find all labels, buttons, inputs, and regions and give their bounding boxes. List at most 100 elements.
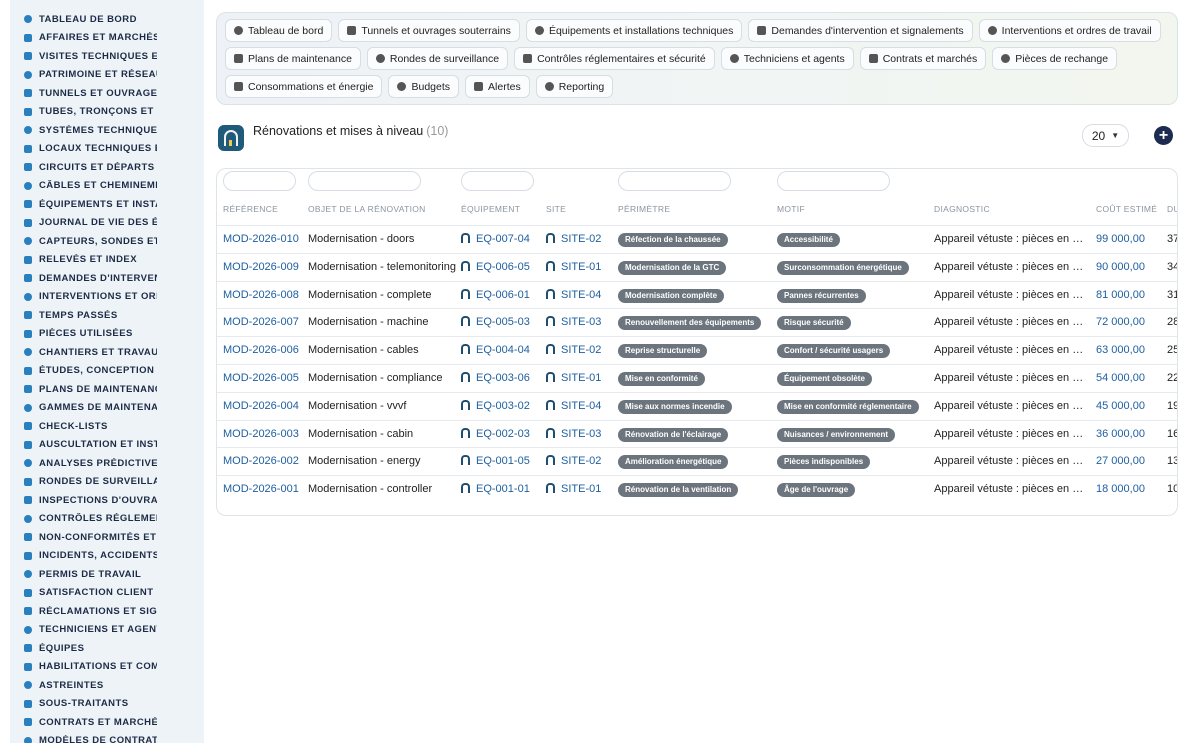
sidebar-item[interactable]: CONTRÔLES RÉGLEMENT	[10, 510, 204, 529]
sidebar-item[interactable]: RONDES DE SURVEILLAN	[10, 473, 204, 492]
table-row[interactable]: MOD-2026-001 Modernisation - controller EQ…	[217, 475, 1177, 504]
col-reference-header[interactable]: RÉFÉRENCE	[223, 204, 278, 214]
equipement-link[interactable]: EQ-001-05	[461, 448, 541, 476]
col-equipement-header[interactable]: ÉQUIPEMENT	[461, 204, 520, 214]
equipement-link[interactable]: EQ-001-01	[461, 476, 541, 504]
equipement-link[interactable]: EQ-002-03	[461, 421, 541, 449]
table-row[interactable]: MOD-2026-010 Modernisation - doors EQ-007-…	[217, 225, 1177, 254]
table-row[interactable]: MOD-2026-005 Modernisation - compliance EQ…	[217, 364, 1177, 393]
filter-motif-input[interactable]	[777, 171, 890, 191]
nav-button[interactable]: Tunnels et ouvrages souterrains	[338, 19, 520, 42]
sidebar-item[interactable]: HABILITATIONS ET COMP	[10, 658, 204, 677]
reference-link[interactable]: MOD-2026-009	[223, 254, 303, 282]
sidebar-item[interactable]: MODÈLES DE CONTRATS	[10, 732, 204, 743]
nav-button[interactable]: Demandes d'intervention et signalements	[748, 19, 973, 42]
site-link[interactable]: SITE-04	[546, 282, 616, 310]
equipement-link[interactable]: EQ-006-01	[461, 282, 541, 310]
table-row[interactable]: MOD-2026-008 Modernisation - complete EQ-0…	[217, 280, 1177, 310]
sidebar-item[interactable]: ÉQUIPES	[10, 639, 204, 658]
reference-link[interactable]: MOD-2026-005	[223, 365, 303, 393]
reference-link[interactable]: MOD-2026-004	[223, 393, 303, 421]
nav-button[interactable]: Budgets	[388, 75, 460, 98]
sidebar-item[interactable]: AFFAIRES ET MARCHÉS	[10, 29, 204, 48]
reference-link[interactable]: MOD-2026-010	[223, 226, 303, 254]
nav-button[interactable]: Reporting	[535, 75, 614, 98]
site-link[interactable]: SITE-01	[546, 476, 616, 504]
site-link[interactable]: SITE-04	[546, 393, 616, 421]
filter-equipement-input[interactable]	[461, 171, 534, 191]
col-objet-header[interactable]: OBJET DE LA RÉNOVATION	[308, 204, 426, 214]
sidebar-item[interactable]: JOURNAL DE VIE DES ÉQ	[10, 214, 204, 233]
reference-link[interactable]: MOD-2026-008	[223, 282, 303, 310]
sidebar-item[interactable]: DEMANDES D'INTERVENT	[10, 269, 204, 288]
table-row[interactable]: MOD-2026-004 Modernisation - vvvf EQ-003-0…	[217, 391, 1177, 421]
sidebar-item[interactable]: INSPECTIONS D'OUVRAG	[10, 491, 204, 510]
table-row[interactable]: MOD-2026-009 Modernisation - telemonitori…	[217, 252, 1177, 282]
equipement-link[interactable]: EQ-005-03	[461, 309, 541, 337]
sidebar-item[interactable]: SOUS-TRAITANTS	[10, 695, 204, 714]
sidebar-item[interactable]: NON-CONFORMITÉS ET A	[10, 528, 204, 547]
col-diagnostic-header[interactable]: DIAGNOSTIC	[934, 204, 990, 214]
site-link[interactable]: SITE-01	[546, 365, 616, 393]
equipement-link[interactable]: EQ-004-04	[461, 337, 541, 365]
sidebar-item[interactable]: RÉCLAMATIONS ET SIGN	[10, 602, 204, 621]
site-link[interactable]: SITE-01	[546, 254, 616, 282]
sidebar-item[interactable]: ANALYSES PRÉDICTIVES	[10, 454, 204, 473]
sidebar-item[interactable]: CIRCUITS ET DÉPARTS ÉL	[10, 158, 204, 177]
nav-button[interactable]: Tableau de bord	[225, 19, 333, 42]
site-link[interactable]: SITE-02	[546, 226, 616, 254]
reference-link[interactable]: MOD-2026-006	[223, 337, 303, 365]
sidebar-item[interactable]: ASTREINTES	[10, 676, 204, 695]
sidebar-item[interactable]: PERMIS DE TRAVAIL	[10, 565, 204, 584]
equipement-link[interactable]: EQ-003-02	[461, 393, 541, 421]
site-link[interactable]: SITE-02	[546, 337, 616, 365]
sidebar-item[interactable]: CHECK-LISTS	[10, 417, 204, 436]
nav-button[interactable]: Pièces de rechange	[992, 47, 1118, 70]
nav-button[interactable]: Contrats et marchés	[859, 47, 987, 70]
equipement-link[interactable]: EQ-003-06	[461, 365, 541, 393]
sidebar-item[interactable]: ÉQUIPEMENTS ET INSTAL	[10, 195, 204, 214]
nav-button[interactable]: Interventions et ordres de travail	[978, 19, 1161, 42]
col-perimetre-header[interactable]: PÉRIMÈTRE	[618, 204, 670, 214]
col-cout-header[interactable]: COÛT ESTIMÉ	[1096, 204, 1157, 214]
sidebar-item[interactable]: PATRIMOINE ET RÉSEAUX	[10, 66, 204, 85]
col-duree-header[interactable]: DU	[1167, 204, 1177, 214]
sidebar-item[interactable]: TUBES, TRONÇONS ET ZO	[10, 103, 204, 122]
sidebar-item[interactable]: INCIDENTS, ACCIDENTS E	[10, 547, 204, 566]
nav-button[interactable]: Plans de maintenance	[225, 47, 361, 70]
site-link[interactable]: SITE-02	[546, 448, 616, 476]
sidebar-item[interactable]: GAMMES DE MAINTENAN	[10, 399, 204, 418]
sidebar-item[interactable]: TECHNICIENS ET AGENTS	[10, 621, 204, 640]
nav-button[interactable]: Équipements et installations techniques	[525, 19, 743, 42]
site-link[interactable]: SITE-03	[546, 421, 616, 449]
table-row[interactable]: MOD-2026-003 Modernisation - cabin EQ-002-…	[217, 419, 1177, 449]
filter-objet-input[interactable]	[308, 171, 421, 191]
filter-perimetre-input[interactable]	[618, 171, 731, 191]
sidebar-item[interactable]: CÂBLES ET CHEMINEMEN	[10, 177, 204, 196]
sidebar-item[interactable]: TEMPS PASSÉS	[10, 306, 204, 325]
sidebar-item[interactable]: AUSCULTATION ET INSTR	[10, 436, 204, 455]
sidebar-item[interactable]: SYSTÈMES TECHNIQUES	[10, 121, 204, 140]
equipement-link[interactable]: EQ-007-04	[461, 226, 541, 254]
sidebar-item[interactable]: TABLEAU DE BORD	[10, 10, 204, 29]
nav-button[interactable]: Contrôles réglementaires et sécurité	[514, 47, 715, 70]
sidebar-item[interactable]: CONTRATS ET MARCHÉS	[10, 713, 204, 732]
sidebar-item[interactable]: ÉTUDES, CONCEPTION ET	[10, 362, 204, 381]
table-row[interactable]: MOD-2026-006 Modernisation - cables EQ-004…	[217, 336, 1177, 365]
sidebar-item[interactable]: VISITES TECHNIQUES ET	[10, 47, 204, 66]
page-size-select[interactable]: 20 ▼	[1082, 124, 1129, 147]
sidebar-item[interactable]: PLANS DE MAINTENANCE	[10, 380, 204, 399]
site-link[interactable]: SITE-03	[546, 309, 616, 337]
nav-button[interactable]: Consommations et énergie	[225, 75, 383, 98]
sidebar-item[interactable]: RELEVÉS ET INDEX	[10, 251, 204, 270]
sidebar-item[interactable]: TUNNELS ET OUVRAGES	[10, 84, 204, 103]
sidebar-item[interactable]: CHANTIERS ET TRAVAUX	[10, 343, 204, 362]
add-record-button[interactable]: +	[1154, 126, 1173, 145]
sidebar-item[interactable]: LOCAUX TECHNIQUES ET	[10, 140, 204, 159]
sidebar-item[interactable]: SATISFACTION CLIENT	[10, 584, 204, 603]
equipement-link[interactable]: EQ-006-05	[461, 254, 541, 282]
sidebar-item[interactable]: CAPTEURS, SONDES ET C	[10, 232, 204, 251]
reference-link[interactable]: MOD-2026-001	[223, 476, 303, 504]
nav-button[interactable]: Techniciens et agents	[720, 47, 854, 70]
sidebar-item[interactable]: PIÈCES UTILISÉES	[10, 325, 204, 344]
